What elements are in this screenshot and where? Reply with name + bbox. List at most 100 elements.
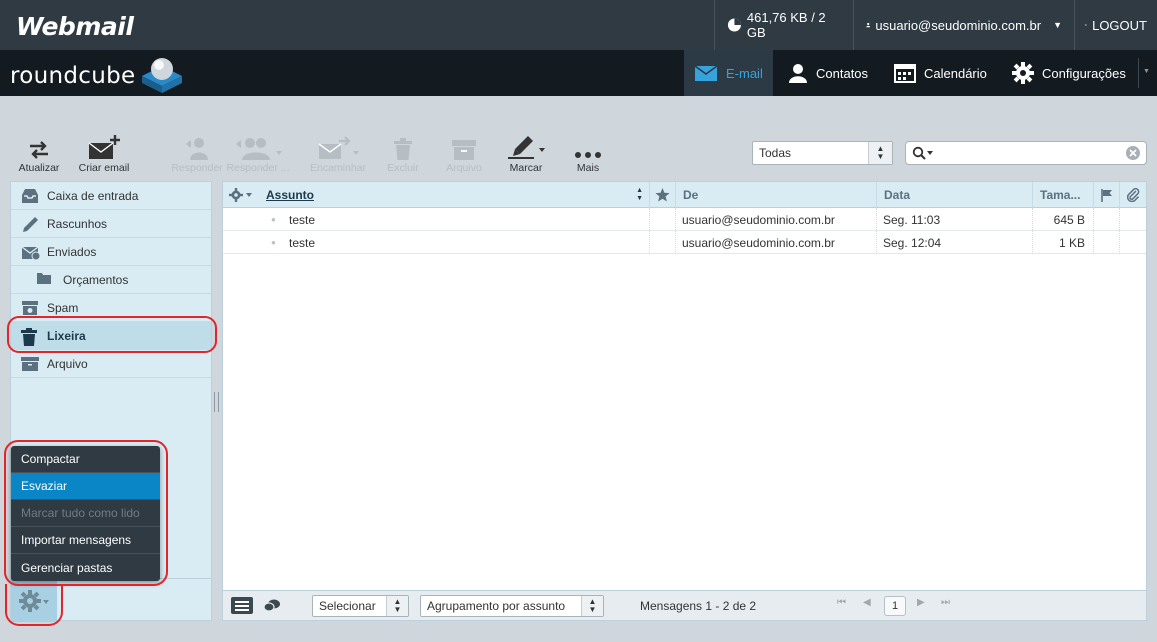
column-flag[interactable] [649,182,675,208]
search-input[interactable] [938,146,1123,160]
first-page-icon[interactable]: ⏮ [837,597,846,608]
nav-email-label: E-mail [726,65,763,81]
menu-import[interactable]: Importar mensagens [11,527,160,554]
webmail-logo: Webmail [16,12,134,41]
roundcube-cube-icon [142,58,182,93]
select-dropdown[interactable]: Selecionar ▲ ▼ [312,595,409,617]
reply-all-button[interactable]: Responder ... [223,132,293,174]
search-box[interactable] [905,141,1147,165]
message-count: Mensagens 1 - 2 de 2 [640,599,757,613]
pie-chart-icon [727,18,741,32]
threads-dropdown[interactable]: Agrupamento por assunto ▲ ▼ [420,595,604,617]
mark-button[interactable]: Marcar [491,132,561,174]
menu-mark-all-read[interactable]: Marcar tudo como lido [11,500,160,527]
column-subject[interactable]: Assunto ▲ ▼ [259,182,649,208]
quota-text: 461,76 KB / 2 GB [746,10,826,40]
row-subject[interactable]: teste [289,208,315,231]
compose-button[interactable]: Criar email [69,132,139,174]
archive-label: Arquivo [446,162,482,174]
column-divider [1119,208,1120,254]
forward-label: Encaminhar [309,162,367,174]
folder-label: Caixa de entrada [47,188,139,203]
column-date[interactable]: Data [876,182,1032,208]
prev-page-icon[interactable]: ◀ [863,597,871,608]
column-status[interactable] [1093,182,1119,208]
bullet-icon: ● [271,215,276,224]
spam-icon [22,301,38,315]
column-from-label: De [683,188,699,202]
menu-compact[interactable]: Compactar [11,446,160,473]
list-view-icon[interactable] [231,597,253,614]
row-size: 645 B [1053,212,1085,227]
reply-all-icon [236,138,282,160]
folder-archive[interactable]: Arquivo [11,350,211,378]
column-from[interactable]: De [675,182,876,208]
list-options-button[interactable] [223,182,261,208]
threads-icon[interactable] [263,599,281,613]
forward-button[interactable]: Encaminhar [303,132,373,174]
filter-select[interactable]: Todas ▲ ▼ [752,141,893,165]
next-page-icon[interactable]: ▶ [917,597,925,608]
trash-icon [394,138,412,160]
page-number[interactable]: 1 [884,596,906,616]
folder-label: Arquivo [47,356,88,371]
folder-trash[interactable]: Lixeira [11,322,211,350]
column-size[interactable]: Tama... [1032,182,1093,208]
folder-drafts[interactable]: Rascunhos [11,210,211,238]
table-row[interactable]: ● teste usuario@seudominio.com.br Seg. 1… [223,231,1146,254]
caret-down-icon[interactable]: ▼ [1143,68,1150,75]
top-bar: Webmail 461,76 KB / 2 GB usuario@seudomi… [0,0,1157,50]
header-divider [1138,58,1139,88]
logout-button[interactable]: LOGOUT [1074,0,1157,50]
user-menu[interactable]: usuario@seudominio.com.br ▼ [853,0,1074,50]
row-date: Seg. 12:04 [883,235,942,250]
bullet-icon: ● [271,238,276,247]
star-icon [655,188,670,202]
reply-button[interactable]: Responder [162,132,232,174]
mark-label: Marcar [509,162,543,174]
delete-button[interactable]: Excluir [368,132,438,174]
message-list-header: Assunto ▲ ▼ De Data Tama... [223,182,1146,208]
reply-icon [186,138,208,160]
more-button[interactable]: Mais [553,132,623,174]
nav-settings[interactable]: Configurações [1002,50,1136,96]
folder-inbox[interactable]: Caixa de entrada [11,182,211,210]
folder-actions-button[interactable] [11,579,57,622]
archive-icon [452,140,476,160]
archive-button[interactable]: Arquivo [429,132,499,174]
user-email: usuario@seudominio.com.br [875,17,1042,33]
nav-email[interactable]: E-mail [684,50,773,96]
logout-icon [1085,24,1088,26]
search-icon[interactable] [912,146,934,160]
last-page-icon[interactable]: ⏭ [941,597,950,608]
refresh-button[interactable]: Atualizar [4,132,74,174]
menu-manage-folders[interactable]: Gerenciar pastas [11,554,160,581]
nav-settings-label: Configurações [1042,65,1126,81]
filter-value: Todas [759,146,792,160]
reply-all-label: Responder ... [226,162,290,174]
column-divider [876,208,877,254]
row-date: Seg. 11:03 [883,212,941,227]
updown-icon: ▲ ▼ [581,596,603,616]
column-attachment[interactable] [1119,182,1146,208]
quota-indicator: 461,76 KB / 2 GB [714,0,853,50]
folder-orcamentos[interactable]: Orçamentos [11,266,211,294]
nav-calendar[interactable]: Calendário [884,50,997,96]
folder-label: Enviados [47,244,97,259]
compose-label: Criar email [78,162,130,174]
user-icon [866,22,871,28]
folder-spam[interactable]: Spam [11,294,211,322]
nav-contacts[interactable]: Contatos [778,50,878,96]
menu-empty[interactable]: Esvaziar [11,473,160,500]
clear-search-icon[interactable] [1126,146,1140,160]
updown-icon: ▲ ▼ [386,596,408,616]
folder-sent[interactable]: Enviados [11,238,211,266]
sent-icon [21,246,41,260]
row-subject[interactable]: teste [289,231,315,254]
panel-splitter[interactable] [214,392,219,412]
folder-label: Lixeira [47,328,86,343]
table-row[interactable]: ● teste usuario@seudominio.com.br Seg. 1… [223,208,1146,231]
refresh-icon [30,141,48,159]
folder-label: Spam [47,300,79,315]
folder-label: Rascunhos [47,216,108,231]
